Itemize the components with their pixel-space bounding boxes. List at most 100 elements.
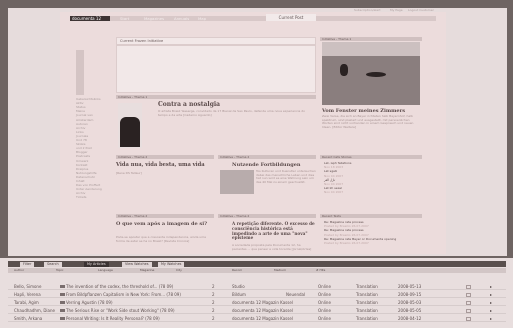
nav-right-mypage[interactable]: My Page xyxy=(388,8,405,13)
row-mail-icon xyxy=(60,317,65,320)
row-checkbox[interactable] xyxy=(466,293,471,297)
table-cell: Hapli, Verena xyxy=(14,292,41,297)
view-watches-button[interactable]: View Watches xyxy=(122,262,152,267)
table-cell: Translation xyxy=(356,300,378,305)
row-arrow-icon[interactable]: ▸ xyxy=(490,283,492,290)
nav-tab-annuals[interactable]: Annuals xyxy=(172,16,191,21)
article-text-contra: O artista Brasil Yasserge, convidado da … xyxy=(158,109,306,117)
table-cell: 2 xyxy=(212,316,215,321)
article-text-nutzende: Tos Kulturen und Kuenstler untersuchen d… xyxy=(256,169,316,184)
table-cell: 2008-09-15 xyxy=(398,292,422,297)
column-header[interactable]: City xyxy=(176,268,182,273)
current-frozen-bar: Current Frozen Initiative xyxy=(116,37,316,45)
tag-thema2-c: Initiative - Thema 2 xyxy=(116,214,214,218)
table-cell: The invention of the codex, the threshol… xyxy=(66,284,174,289)
table-cell: Translation xyxy=(356,284,378,289)
row-checkbox[interactable] xyxy=(466,285,471,289)
column-header[interactable]: Recom xyxy=(232,268,242,273)
tag-thema2-b: Initiative - Thema 2 xyxy=(218,155,316,159)
table-cell: documenta 12 Magazin Kassel xyxy=(232,316,293,321)
my-watches-button[interactable]: My Watches xyxy=(158,262,185,267)
article-title-repeticao[interactable]: A repetição diferente. O excesso de cons… xyxy=(232,221,316,241)
column-header[interactable]: Author xyxy=(14,268,24,273)
beach-photo[interactable] xyxy=(322,42,420,105)
table-cell: Bildum xyxy=(232,292,246,297)
nav-right-subscribe[interactable]: Subscription/alert xyxy=(352,8,383,13)
article-title-contra[interactable]: Contra a nostalgia xyxy=(158,102,220,108)
table-cell: Smith, Arkana xyxy=(14,316,43,321)
table-cell: documenta 12 Magazin Kassel xyxy=(232,300,293,305)
nav-tab-magazines[interactable]: Magazines xyxy=(142,16,166,21)
article-text-fenster: Zwei Verse, die sich an Bayer richteten … xyxy=(322,114,414,129)
row-mail-icon xyxy=(60,309,65,312)
table-cell: 2 xyxy=(212,284,215,289)
table-cell: Bello, Simone xyxy=(14,284,42,289)
row-arrow-icon[interactable]: ▸ xyxy=(490,315,492,322)
site-logo[interactable]: documenta 12 xyxy=(70,16,110,21)
column-header[interactable]: # Hits xyxy=(316,268,325,273)
table-cell: Online xyxy=(318,284,331,289)
filter-button[interactable]: Filter xyxy=(20,262,35,267)
article-text-oque: Pode-se apostar que a crescente independ… xyxy=(116,235,207,243)
table-cell: Online xyxy=(318,292,331,297)
table-cell: 2 xyxy=(212,292,215,297)
article-text-vida: [Rene DS Tellaur] xyxy=(116,171,142,175)
nav-tab-start[interactable]: Start xyxy=(118,16,131,21)
column-header[interactable]: Magazine xyxy=(140,268,154,273)
tag-thema2-a: Initiative - Thema 2 xyxy=(116,155,214,159)
row-arrow-icon[interactable]: ▸ xyxy=(490,307,492,314)
table-cell: Tarabi, Agim xyxy=(14,300,39,305)
recent-text-line: Posted by Brasilio 26.07.2007 xyxy=(324,241,369,245)
column-header[interactable]: Medium xyxy=(274,268,286,273)
search-button[interactable]: Search xyxy=(44,262,62,267)
sidebar-logo xyxy=(76,50,84,95)
table-cell: Translation xyxy=(356,308,378,313)
table-cell: Online xyxy=(318,316,331,321)
sidebar-item[interactable]: Tickets xyxy=(76,195,112,199)
article-text-repeticao: A sociedade proposta pela Documenta 12, … xyxy=(232,243,312,251)
table-cell: Translation xyxy=(356,316,378,321)
table-cell: 2 xyxy=(212,308,215,313)
row-arrow-icon[interactable]: ▸ xyxy=(490,291,492,298)
feature-empty-panel xyxy=(116,45,316,93)
table-cell: From Bildpflanzen Capitalism in New York… xyxy=(66,292,181,297)
row-arrow-icon[interactable]: ▸ xyxy=(490,299,492,306)
table-cell: Verring Agustin (78 09) xyxy=(66,300,113,305)
table-cell: Online xyxy=(318,308,331,313)
my-articles-button[interactable]: My Articles xyxy=(84,262,109,267)
recent-cafe-header: Recent Cafe Stories xyxy=(320,155,422,159)
nav-tab-map[interactable]: Map xyxy=(196,16,208,21)
column-header[interactable]: Language xyxy=(98,268,113,273)
article-title-vida[interactable]: Vida nua, vida besta, uma vida xyxy=(116,162,214,168)
bottom-toolbar xyxy=(8,261,506,267)
cafe-story-line: Nov 04 2007 xyxy=(324,190,344,195)
row-checkbox[interactable] xyxy=(466,309,471,313)
row-checkbox[interactable] xyxy=(466,301,471,305)
row-mail-icon xyxy=(60,285,65,288)
tag-thema1-a: Initiative - Thema 1 xyxy=(116,95,316,99)
column-header-bar xyxy=(8,268,506,273)
table-cell: Neuendal xyxy=(286,292,306,297)
row-mail-icon xyxy=(60,293,65,296)
article-title-oque[interactable]: O que vem após a imagem de si? xyxy=(116,222,214,227)
recent-texts-header: Recent Texts xyxy=(320,214,422,218)
row-checkbox[interactable] xyxy=(466,317,471,321)
nav-tab-current[interactable]: Current Post xyxy=(266,14,316,21)
article-title-nutzende[interactable]: Nutzende Fortbildungen xyxy=(232,162,301,168)
table-cell: Online xyxy=(318,300,331,305)
tag-thema1-b: Initiative - Thema 1 xyxy=(320,37,422,41)
tag-thema2-d: Initiative - Thema 2 xyxy=(218,214,316,218)
table-cell: 2008-04-12 xyxy=(398,316,422,321)
table-cell: 2 xyxy=(212,300,215,305)
column-header[interactable]: Topic xyxy=(56,268,64,273)
street-photo[interactable] xyxy=(220,170,254,194)
table-cell: 2008-05-13 xyxy=(398,284,422,289)
portrait-photo[interactable] xyxy=(118,103,142,148)
table-cell: Chaudhadhm, Diane xyxy=(14,308,55,313)
table-cell: Translation xyxy=(356,292,378,297)
table-cell: Personal Writing: Is It Reality Personal… xyxy=(66,316,160,321)
current-frozen-title: Current Frozen Initiative xyxy=(120,39,164,43)
table-cell: Studio xyxy=(232,284,245,289)
nav-right-logout[interactable]: Logout Customer xyxy=(406,8,436,13)
table-cell: 2008-05-03 xyxy=(398,300,422,305)
